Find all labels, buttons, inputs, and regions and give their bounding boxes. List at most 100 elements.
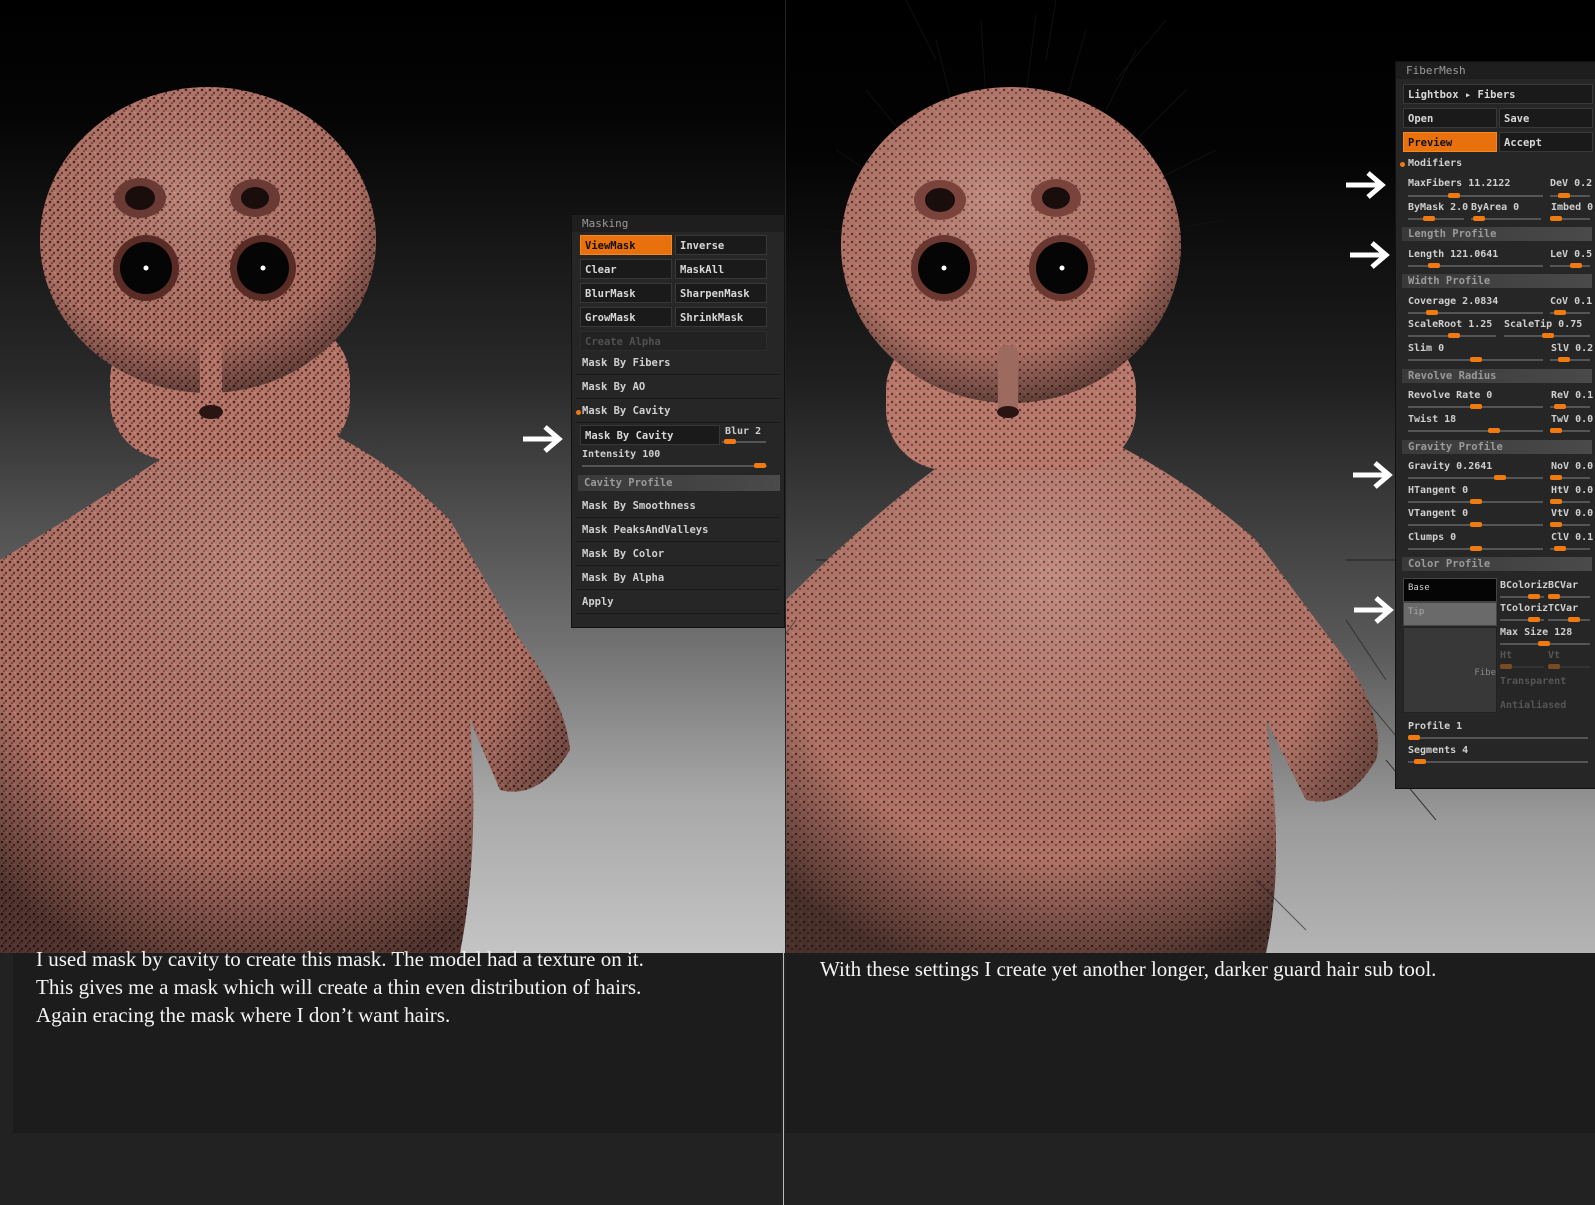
scale-tip-value[interactable]: ScaleTip 0.75: [1504, 319, 1582, 330]
cov-value[interactable]: CoV 0.1: [1550, 296, 1592, 307]
profile-value[interactable]: Profile 1: [1408, 721, 1462, 732]
imbed-value[interactable]: Imbed 0: [1551, 202, 1593, 213]
rev-slider[interactable]: [1550, 404, 1590, 409]
max-fibers-value[interactable]: MaxFibers 11.2122: [1408, 178, 1510, 189]
clumps-slider[interactable]: [1408, 546, 1543, 551]
mask-peaks-valleys-item[interactable]: Mask PeaksAndValleys: [576, 519, 780, 542]
ht-slider[interactable]: [1500, 664, 1544, 669]
scale-tip-slider[interactable]: [1504, 333, 1590, 338]
mask-by-color-item[interactable]: Mask By Color: [576, 543, 780, 566]
color-profile-preview[interactable]: Fibe: [1403, 627, 1497, 713]
view-mask-button[interactable]: ViewMask: [580, 235, 672, 255]
blur-value[interactable]: Blur 2: [725, 426, 761, 437]
create-alpha-button[interactable]: Create Alpha: [580, 331, 767, 351]
twv-value[interactable]: TwV 0.0: [1551, 414, 1593, 425]
segments-value[interactable]: Segments 4: [1408, 745, 1468, 756]
grow-mask-button[interactable]: GrowMask: [580, 307, 672, 327]
length-slider[interactable]: [1408, 263, 1543, 268]
slim-slider[interactable]: [1408, 357, 1543, 362]
save-button[interactable]: Save: [1499, 108, 1593, 128]
slim-value[interactable]: Slim 0: [1408, 343, 1444, 354]
max-size-slider[interactable]: [1500, 641, 1590, 646]
mask-by-fibers-item[interactable]: Mask By Fibers: [576, 352, 780, 375]
color-profile-section[interactable]: Color Profile: [1402, 557, 1592, 571]
imbed-slider[interactable]: [1550, 216, 1590, 221]
bcolorize-slider[interactable]: [1500, 594, 1544, 599]
revolve-rate-value[interactable]: Revolve Rate 0: [1408, 390, 1492, 401]
byarea-slider[interactable]: [1471, 216, 1541, 221]
profile-slider[interactable]: [1408, 735, 1588, 740]
vtangent-value[interactable]: VTangent 0: [1408, 508, 1468, 519]
modifiers-header[interactable]: Modifiers: [1408, 158, 1462, 169]
length-profile-section[interactable]: Length Profile: [1402, 227, 1592, 241]
lev-slider[interactable]: [1550, 263, 1590, 268]
clumps-value[interactable]: Clumps 0: [1408, 532, 1456, 543]
antialiased-toggle[interactable]: Antialiased: [1500, 700, 1566, 711]
sharpen-mask-button[interactable]: SharpenMask: [675, 283, 767, 303]
twist-slider[interactable]: [1408, 428, 1543, 433]
lightbox-fibers-button[interactable]: Lightbox ▸ Fibers: [1403, 84, 1593, 104]
tcolorize-value[interactable]: TColoriz: [1500, 603, 1548, 614]
revolve-rate-slider[interactable]: [1408, 404, 1543, 409]
coverage-value[interactable]: Coverage 2.0834: [1408, 296, 1498, 307]
vtangent-slider[interactable]: [1408, 522, 1543, 527]
tcolorize-slider[interactable]: [1500, 617, 1544, 622]
bcolorize-value[interactable]: BColoriz: [1500, 580, 1548, 591]
inverse-button[interactable]: Inverse: [675, 235, 767, 255]
htv-slider[interactable]: [1550, 499, 1590, 504]
vtv-slider[interactable]: [1550, 522, 1590, 527]
cavity-profile-section[interactable]: Cavity Profile: [578, 475, 780, 491]
ht-value[interactable]: Ht: [1500, 650, 1512, 661]
gravity-slider[interactable]: [1408, 475, 1543, 480]
transparent-toggle[interactable]: Transparent: [1500, 676, 1566, 687]
clv-slider[interactable]: [1550, 546, 1590, 551]
tcvar-value[interactable]: TCVar: [1548, 603, 1578, 614]
bcvar-slider[interactable]: [1548, 594, 1590, 599]
mask-by-ao-item[interactable]: Mask By AO: [576, 376, 780, 399]
slv-value[interactable]: SlV 0.2: [1551, 343, 1593, 354]
tip-color-swatch[interactable]: Tip: [1403, 602, 1497, 626]
nov-slider[interactable]: [1550, 475, 1590, 480]
clv-value[interactable]: ClV 0.1: [1551, 532, 1593, 543]
vt-value[interactable]: Vt: [1548, 650, 1560, 661]
bymask-value[interactable]: ByMask 2.0: [1408, 202, 1468, 213]
dev-value[interactable]: DeV 0.2: [1550, 178, 1592, 189]
gravity-profile-section[interactable]: Gravity Profile: [1402, 440, 1592, 454]
blur-mask-button[interactable]: BlurMask: [580, 283, 672, 303]
bcvar-value[interactable]: BCVar: [1548, 580, 1578, 591]
width-profile-section[interactable]: Width Profile: [1402, 274, 1592, 288]
scale-root-value[interactable]: ScaleRoot 1.25: [1408, 319, 1492, 330]
gravity-value[interactable]: Gravity 0.2641: [1408, 461, 1492, 472]
shrink-mask-button[interactable]: ShrinkMask: [675, 307, 767, 327]
tcvar-slider[interactable]: [1548, 617, 1590, 622]
coverage-slider[interactable]: [1408, 310, 1543, 315]
nov-value[interactable]: NoV 0.0: [1551, 461, 1593, 472]
vtv-value[interactable]: VtV 0.0: [1551, 508, 1593, 519]
rev-value[interactable]: ReV 0.1: [1551, 390, 1593, 401]
vt-slider[interactable]: [1548, 664, 1590, 669]
clear-button[interactable]: Clear: [580, 259, 672, 279]
slv-slider[interactable]: [1550, 357, 1590, 362]
max-size-value[interactable]: Max Size 128: [1500, 627, 1572, 638]
mask-by-cavity-button[interactable]: Mask By Cavity: [580, 425, 720, 445]
htangent-value[interactable]: HTangent 0: [1408, 485, 1468, 496]
cov-slider[interactable]: [1550, 310, 1590, 315]
dev-slider[interactable]: [1550, 193, 1590, 198]
open-button[interactable]: Open: [1403, 108, 1497, 128]
segments-slider[interactable]: [1408, 759, 1588, 764]
mask-by-cavity-item[interactable]: Mask By Cavity: [576, 400, 780, 423]
twist-value[interactable]: Twist 18: [1408, 414, 1456, 425]
intensity-slider[interactable]: [582, 463, 767, 468]
twv-slider[interactable]: [1550, 428, 1590, 433]
lev-value[interactable]: LeV 0.5: [1550, 249, 1592, 260]
byarea-value[interactable]: ByArea 0: [1471, 202, 1519, 213]
max-fibers-slider[interactable]: [1408, 193, 1543, 198]
mask-by-alpha-item[interactable]: Mask By Alpha: [576, 567, 780, 590]
mask-all-button[interactable]: MaskAll: [675, 259, 767, 279]
accept-button[interactable]: Accept: [1499, 132, 1593, 152]
base-color-swatch[interactable]: Base: [1403, 578, 1497, 602]
length-value[interactable]: Length 121.0641: [1408, 249, 1498, 260]
scale-root-slider[interactable]: [1408, 333, 1496, 338]
apply-item[interactable]: Apply: [576, 591, 780, 614]
mask-by-smoothness-item[interactable]: Mask By Smoothness: [576, 495, 780, 518]
